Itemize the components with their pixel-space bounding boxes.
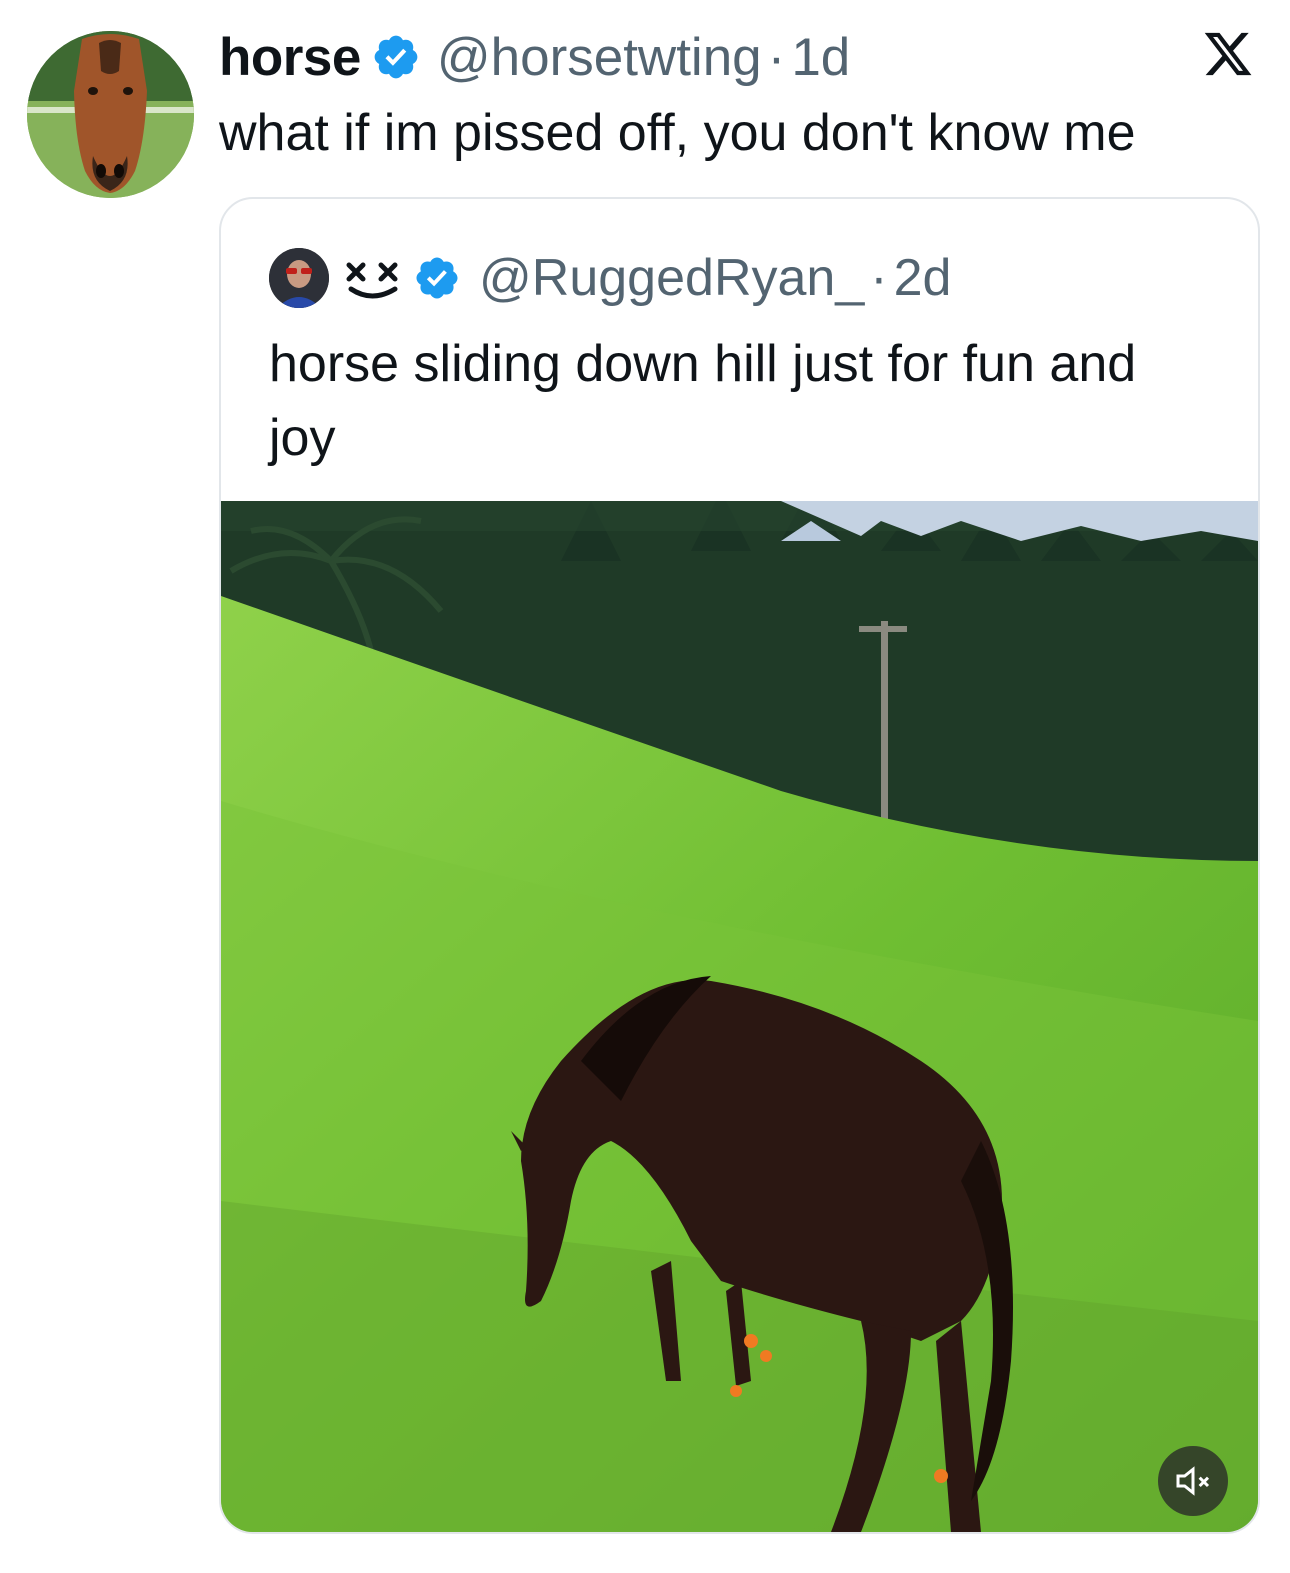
quoted-separator-dot: ·: [870, 249, 888, 307]
verified-badge-icon: [371, 32, 421, 82]
quoted-tweet-card[interactable]: @RuggedRyan_ · 2d horse sliding down hil…: [219, 197, 1260, 1534]
video-thumbnail[interactable]: [221, 501, 1258, 1532]
quoted-tweet-time[interactable]: 2d: [894, 248, 952, 308]
quoted-author-avatar[interactable]: [269, 248, 329, 308]
author-avatar[interactable]: [27, 31, 194, 198]
video-thumbnail-icon: [221, 501, 1258, 1532]
quoted-author-handle[interactable]: @RuggedRyan_: [479, 248, 864, 308]
separator-dot: ·: [767, 27, 786, 87]
quoted-verified-badge-icon: [413, 254, 461, 302]
tweet-header: horse @horsetwting · 1d: [219, 22, 850, 92]
tweet-time[interactable]: 1d: [791, 27, 850, 88]
horse-avatar-icon: [27, 31, 194, 198]
x-logo-icon[interactable]: [1202, 28, 1254, 80]
quoted-tweet-header: @RuggedRyan_ · 2d: [269, 243, 951, 313]
xx-smiley-icon[interactable]: [341, 243, 405, 313]
author-name[interactable]: horse: [219, 27, 361, 88]
author-handle[interactable]: @horsetwting: [437, 27, 762, 88]
tweet-text: what if im pissed off, you don't know me: [219, 104, 1136, 162]
mute-toggle-button[interactable]: [1158, 1446, 1228, 1516]
quoted-tweet-text: horse sliding down hill just for fun and…: [269, 335, 1137, 467]
muted-speaker-icon: [1176, 1466, 1210, 1496]
